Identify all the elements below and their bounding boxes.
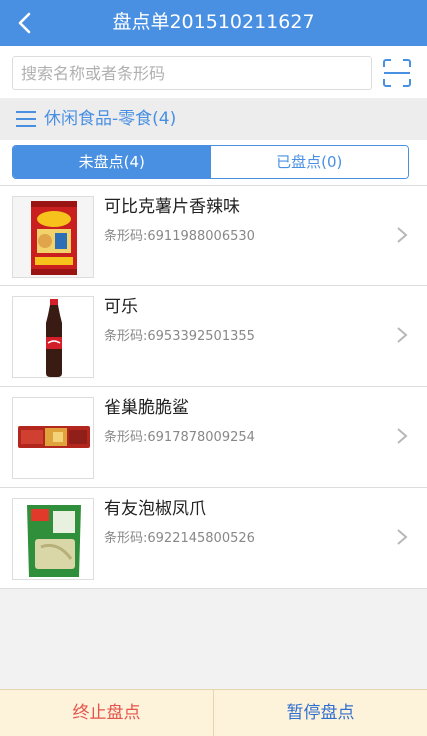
search-input[interactable] [12,56,372,90]
menu-icon [16,111,36,127]
nav-header: 盘点单201510211627 [0,0,427,46]
list-item[interactable]: 可比克薯片香辣味 条形码:6911988006530 [0,185,427,286]
product-image [12,296,94,378]
pause-count-button[interactable]: 暂停盘点 [214,690,427,736]
product-image [12,498,94,580]
tab-uncounted[interactable]: 未盘点(4) [13,146,211,178]
chevron-right-icon [397,227,408,243]
product-barcode: 条形码:6911988006530 [104,229,255,244]
chevron-right-icon [397,327,408,343]
list-item[interactable]: 雀巢脆脆鲨 条形码:6917878009254 [0,387,427,488]
product-barcode: 条形码:6917878009254 [104,430,255,445]
segmented-control: 未盘点(4) 已盘点(0) [12,145,409,179]
tab-counted[interactable]: 已盘点(0) [210,146,408,178]
list-item[interactable]: 可乐 条形码:6953392501355 [0,286,427,387]
product-image [12,397,94,479]
stop-count-button[interactable]: 终止盘点 [0,690,214,736]
page-title: 盘点单201510211627 [112,11,315,33]
product-barcode: 条形码:6953392501355 [104,329,255,344]
category-header[interactable]: 休闲食品-零食(4) [0,98,427,140]
scan-icon[interactable] [380,56,414,90]
product-name: 可比克薯片香辣味 [104,197,240,217]
list-item[interactable]: 有友泡椒凤爪 条形码:6922145800526 [0,488,427,589]
tab-bar: 未盘点(4) 已盘点(0) [0,140,427,185]
category-label: 休闲食品-零食(4) [44,109,177,129]
product-barcode: 条形码:6922145800526 [104,531,255,546]
product-name: 雀巢脆脆鲨 [104,398,189,418]
chevron-right-icon [397,428,408,444]
action-bar: 终止盘点 暂停盘点 [0,689,427,736]
product-name: 可乐 [104,297,138,317]
chevron-right-icon [397,529,408,545]
search-bar [0,46,427,98]
product-image [12,196,94,278]
product-name: 有友泡椒凤爪 [104,499,206,519]
product-list: 可比克薯片香辣味 条形码:6911988006530 可乐 条形码:695339… [0,185,427,589]
